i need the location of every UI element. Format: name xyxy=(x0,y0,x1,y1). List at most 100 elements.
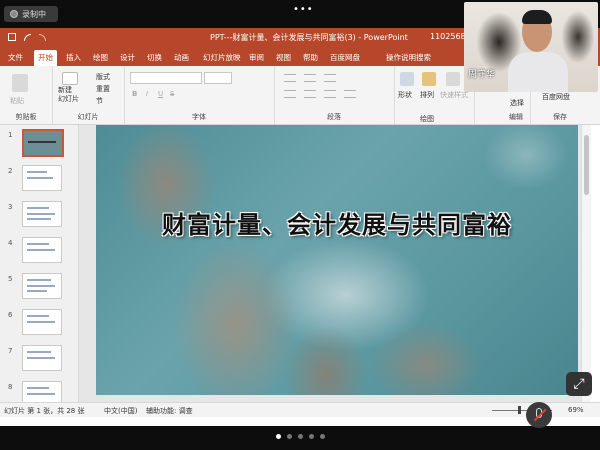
slide-thumbnail-6[interactable] xyxy=(22,309,62,335)
thumb-number: 5 xyxy=(8,275,13,283)
undo-icon[interactable] xyxy=(24,33,31,41)
slide-thumbnail-1[interactable] xyxy=(22,129,64,157)
thumb-line xyxy=(27,171,47,173)
bold-button[interactable]: B xyxy=(132,90,137,98)
tab-design[interactable]: 设计 xyxy=(120,52,135,63)
group-drawing: 形状 排列 快速样式 xyxy=(394,66,475,124)
tab-animations[interactable]: 动画 xyxy=(174,52,189,63)
tab-transitions[interactable]: 切换 xyxy=(147,52,162,63)
slide-thumbnail-2[interactable] xyxy=(22,165,62,191)
thumb-title-line xyxy=(28,141,56,143)
thumb-line xyxy=(27,249,55,251)
font-size-input[interactable] xyxy=(204,72,232,84)
thumb-number: 1 xyxy=(8,131,13,139)
reset-button[interactable]: 重置 xyxy=(96,84,110,94)
thumb-line xyxy=(27,393,55,395)
align-center-icon[interactable] xyxy=(304,90,316,98)
slide-thumbnail-pane[interactable]: 1 2 3 4 5 6 7 8 xyxy=(0,125,79,415)
shapes-button[interactable]: 形状 xyxy=(398,90,412,100)
tell-me-search[interactable]: 操作说明搜索 xyxy=(386,52,431,63)
accessibility-status[interactable]: 辅助功能: 调查 xyxy=(146,406,193,416)
recording-indicator[interactable]: 录制中 xyxy=(4,6,58,22)
arrange-icon[interactable] xyxy=(422,72,436,86)
scrollbar-thumb[interactable] xyxy=(584,135,589,195)
thumb-number: 3 xyxy=(8,203,13,211)
current-slide[interactable]: 财富计量、会计发展与共同富裕 xyxy=(96,125,578,395)
page-dot[interactable] xyxy=(320,434,325,439)
record-icon xyxy=(10,10,18,18)
underline-button[interactable]: U xyxy=(158,90,163,98)
drawing-group-label: 绘图 xyxy=(420,115,434,123)
expand-icon[interactable]: ⤢ xyxy=(566,372,592,396)
slide-thumbnail-4[interactable] xyxy=(22,237,62,263)
bullets-icon[interactable] xyxy=(284,74,296,82)
tab-slideshow[interactable]: 幻灯片放映 xyxy=(203,52,241,63)
layout-button[interactable]: 版式 xyxy=(96,72,110,82)
document-title: PPT---财富计量、会计发展与共同富裕(3) - PowerPoint xyxy=(210,33,408,42)
recording-label: 录制中 xyxy=(22,10,46,19)
tab-draw[interactable]: 绘图 xyxy=(93,52,108,63)
slide-thumbnail-3[interactable] xyxy=(22,201,62,227)
zoom-level[interactable]: 69% xyxy=(568,406,584,414)
font-name-input[interactable] xyxy=(130,72,202,84)
thumb-line xyxy=(27,279,51,281)
tab-insert[interactable]: 插入 xyxy=(66,52,81,63)
slide-counter: 幻灯片 第 1 张，共 28 张 xyxy=(4,407,85,415)
group-paragraph: 段落 xyxy=(274,66,395,124)
thumb-line xyxy=(27,290,47,292)
group-label: 段落 xyxy=(327,113,341,121)
quick-styles-icon[interactable] xyxy=(446,72,460,86)
mute-microphone-button[interactable] xyxy=(526,402,552,428)
group-slides: 新建 幻灯片 版式 重置 节 幻灯片 xyxy=(52,66,125,124)
italic-button[interactable]: I xyxy=(146,90,148,98)
paste-button[interactable]: 粘贴 xyxy=(10,96,24,106)
page-dot[interactable] xyxy=(298,434,303,439)
group-label: 幻灯片 xyxy=(77,113,99,121)
new-slide-icon[interactable] xyxy=(62,72,78,85)
group-label: 保存 xyxy=(553,113,567,121)
align-right-icon[interactable] xyxy=(324,90,336,98)
group-font: B I U S 字体 xyxy=(124,66,275,124)
thumb-line xyxy=(27,315,49,317)
thumb-line xyxy=(27,213,55,215)
group-clipboard: 粘贴 剪贴板 xyxy=(0,66,53,124)
page-dot[interactable] xyxy=(276,434,281,439)
tab-review[interactable]: 审阅 xyxy=(249,52,264,63)
select-button[interactable]: 选择 xyxy=(510,98,524,108)
tab-file[interactable]: 文件 xyxy=(8,52,23,63)
language-status[interactable]: 中文(中国) xyxy=(104,406,137,416)
thumb-number: 4 xyxy=(8,239,13,247)
arrange-button[interactable]: 排列 xyxy=(420,90,434,100)
shapes-icon[interactable] xyxy=(400,72,414,86)
numbering-icon[interactable] xyxy=(304,74,316,82)
speaker-video[interactable]: 周守华 xyxy=(464,2,598,92)
strikethrough-button[interactable]: S xyxy=(170,90,174,98)
thumb-line xyxy=(27,177,53,179)
align-left-icon[interactable] xyxy=(284,90,296,98)
more-options-icon[interactable]: ••• xyxy=(293,4,314,15)
slide-editor: 财富计量、会计发展与共同富裕 xyxy=(79,125,591,415)
group-label: 编辑 xyxy=(509,113,523,121)
slide-thumbnail-5[interactable] xyxy=(22,273,62,299)
redo-icon[interactable] xyxy=(39,33,46,41)
slide-title[interactable]: 财富计量、会计发展与共同富裕 xyxy=(96,205,578,240)
zoom-slider-thumb[interactable] xyxy=(518,406,521,414)
save-icon[interactable] xyxy=(8,33,16,41)
group-label: 字体 xyxy=(192,113,206,121)
thumb-line xyxy=(27,218,51,220)
new-slide-button[interactable]: 新建 幻灯片 xyxy=(58,86,79,104)
speaker-shirt xyxy=(508,52,568,92)
tab-view[interactable]: 视图 xyxy=(276,52,291,63)
justify-icon[interactable] xyxy=(344,90,356,98)
slide-thumbnail-7[interactable] xyxy=(22,345,62,371)
paste-icon[interactable] xyxy=(12,74,28,92)
group-label: 剪贴板 xyxy=(15,113,37,121)
tab-home[interactable]: 开始 xyxy=(34,50,57,66)
page-indicator[interactable] xyxy=(276,434,325,439)
tab-baidu-netdisk[interactable]: 百度网盘 xyxy=(330,52,360,63)
tab-help[interactable]: 帮助 xyxy=(303,52,318,63)
section-button[interactable]: 节 xyxy=(96,96,103,106)
page-dot[interactable] xyxy=(287,434,292,439)
indent-icon[interactable] xyxy=(324,74,336,82)
page-dot[interactable] xyxy=(309,434,314,439)
